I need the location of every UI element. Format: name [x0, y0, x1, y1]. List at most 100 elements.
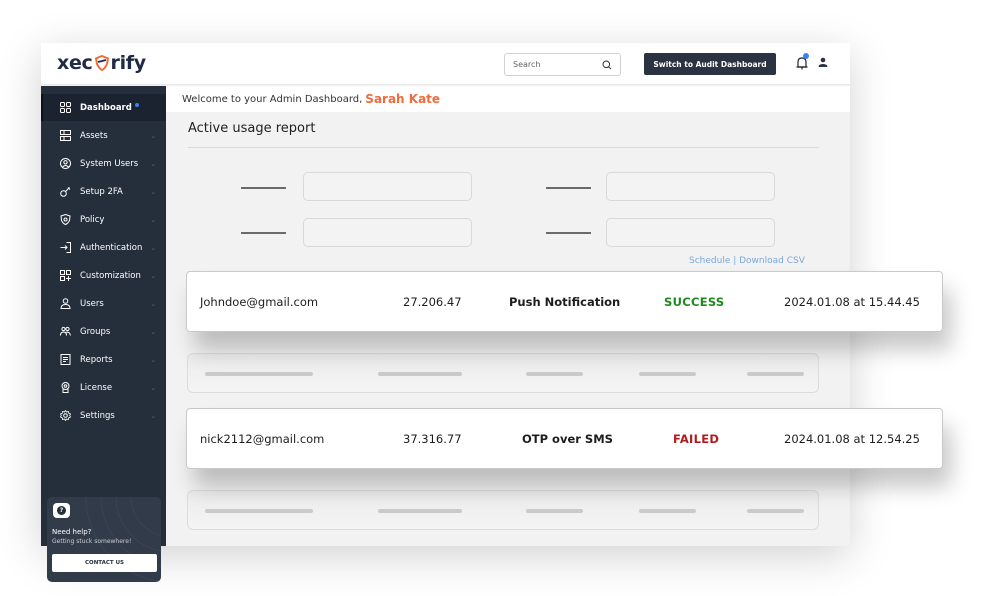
chevron-down-icon: ⌄	[150, 411, 156, 420]
report-icon	[60, 354, 71, 365]
sidebar-item-label: License	[80, 382, 113, 393]
sidebar-item-authentication[interactable]: Authentication ⌄	[41, 234, 166, 261]
logo-text-right: rify	[110, 52, 147, 74]
logo-shield-icon	[94, 55, 109, 71]
shield-icon	[60, 214, 71, 225]
help-card: ? Need help? Getting stuck somewhere! CO…	[47, 497, 161, 582]
filter-label-placeholder	[546, 187, 591, 189]
row-time: 2024.01.08 at 12.54.25	[784, 431, 920, 446]
welcome-bar: Welcome to your Admin Dashboard, Sarah K…	[166, 86, 850, 112]
sidebar-item-label: Authentication	[80, 242, 143, 253]
sidebar-item-label: Reports	[80, 354, 113, 365]
skeleton-bar	[205, 372, 313, 376]
skeleton-bar	[747, 509, 804, 513]
filter-label-placeholder	[241, 187, 286, 189]
user-circle-icon	[60, 158, 71, 169]
sidebar-item-label: Customization	[80, 270, 141, 281]
row-ip: 37.316.77	[403, 431, 462, 446]
row-ip: 27.206.47	[403, 294, 462, 309]
help-subtitle: Getting stuck somewhere!	[52, 538, 132, 545]
chevron-down-icon: ⌄	[150, 299, 156, 308]
help-title: Need help?	[52, 528, 92, 536]
customize-icon	[60, 270, 71, 281]
user-name: Sarah Kate	[365, 92, 441, 106]
sidebar-item-customization[interactable]: Customization ⌄	[41, 262, 166, 289]
skeleton-bar	[526, 372, 583, 376]
sidebar-item-dashboard[interactable]: Dashboard	[41, 94, 166, 121]
sidebar-item-users[interactable]: Users ⌄	[41, 290, 166, 317]
chevron-down-icon: ⌄	[150, 327, 156, 336]
filter-input[interactable]	[303, 218, 472, 247]
skeleton-bar	[639, 509, 696, 513]
license-icon	[60, 382, 71, 393]
sidebar-item-label: System Users	[80, 158, 139, 169]
sidebar-item-groups[interactable]: Groups ⌄	[41, 318, 166, 345]
filter-label-placeholder	[241, 232, 286, 234]
sidebar-item-label: Assets	[80, 130, 108, 141]
login-icon	[60, 242, 71, 253]
sidebar-item-system-users[interactable]: System Users ⌄	[41, 150, 166, 177]
sidebar-item-label: Dashboard	[80, 102, 132, 113]
sidebar-item-settings[interactable]: Settings ⌄	[41, 402, 166, 429]
filter-label-placeholder	[546, 232, 591, 234]
skeleton-bar	[526, 509, 583, 513]
grid-icon	[60, 102, 71, 113]
group-icon	[60, 326, 71, 337]
skeleton-row	[187, 353, 819, 393]
gear-icon	[60, 410, 71, 421]
chevron-down-icon: ⌄	[150, 215, 156, 224]
chevron-down-icon: ⌄	[150, 271, 156, 280]
row-method: OTP over SMS	[522, 431, 613, 446]
table-row[interactable]: nick2112@gmail.com 37.316.77 OTP over SM…	[186, 408, 943, 469]
search-box[interactable]	[504, 53, 621, 76]
search-input[interactable]	[513, 60, 593, 69]
chevron-down-icon: ⌄	[150, 187, 156, 196]
sidebar-item-label: Users	[80, 298, 104, 309]
switch-audit-dashboard-button[interactable]: Switch to Audit Dashboard	[644, 53, 776, 75]
app-window: xec rify Switch to Audit Dashboard	[41, 43, 943, 582]
key-icon	[60, 186, 71, 197]
sidebar-item-license[interactable]: License ⌄	[41, 374, 166, 401]
filter-input[interactable]	[303, 172, 472, 201]
chevron-down-icon: ⌄	[150, 131, 156, 140]
user-icon	[60, 298, 71, 309]
row-time: 2024.01.08 at 15.44.45	[784, 294, 920, 309]
row-email: nick2112@gmail.com	[200, 431, 325, 446]
chevron-down-icon: ⌄	[150, 355, 156, 364]
row-method: Push Notification	[509, 294, 621, 309]
skeleton-row	[187, 490, 819, 530]
filter-input[interactable]	[606, 218, 775, 247]
sidebar-item-label: Groups	[80, 326, 111, 337]
sidebar-item-setup-2fa[interactable]: Setup 2FA ⌄	[41, 178, 166, 205]
sidebar-item-label: Settings	[80, 410, 115, 421]
user-icon[interactable]	[817, 56, 829, 70]
logo-text-left: xec	[57, 52, 93, 74]
report-title: Active usage report	[188, 121, 316, 136]
chevron-down-icon: ⌄	[150, 243, 156, 252]
help-icon: ?	[53, 503, 70, 518]
welcome-text: Welcome to your Admin Dashboard,	[182, 93, 363, 105]
sidebar-item-policy[interactable]: Policy ⌄	[41, 206, 166, 233]
sidebar: Dashboard Assets ⌄ System Users ⌄ Setup …	[41, 86, 166, 582]
skeleton-bar	[639, 372, 696, 376]
top-bar: xec rify Switch to Audit Dashboard	[41, 43, 850, 85]
sidebar-item-assets[interactable]: Assets ⌄	[41, 122, 166, 149]
logo[interactable]: xec rify	[57, 52, 146, 74]
contact-us-button[interactable]: CONTACT US	[52, 554, 157, 572]
row-status: FAILED	[673, 431, 720, 446]
chevron-down-icon: ⌄	[150, 383, 156, 392]
search-icon[interactable]	[602, 60, 612, 70]
row-email: Johndoe@gmail.com	[200, 294, 319, 309]
table-row[interactable]: Johndoe@gmail.com 27.206.47 Push Notific…	[186, 271, 943, 332]
sidebar-item-label: Policy	[80, 214, 105, 225]
chevron-down-icon: ⌄	[150, 159, 156, 168]
report-links[interactable]: Schedule | Download CSV	[689, 256, 805, 266]
skeleton-bar	[205, 509, 313, 513]
filter-input[interactable]	[606, 172, 775, 201]
skeleton-bar	[747, 372, 804, 376]
row-status: SUCCESS	[664, 294, 725, 309]
sidebar-item-label: Setup 2FA	[80, 186, 123, 197]
skeleton-bar	[378, 509, 462, 513]
sidebar-item-reports[interactable]: Reports ⌄	[41, 346, 166, 373]
notification-dot	[134, 102, 139, 107]
